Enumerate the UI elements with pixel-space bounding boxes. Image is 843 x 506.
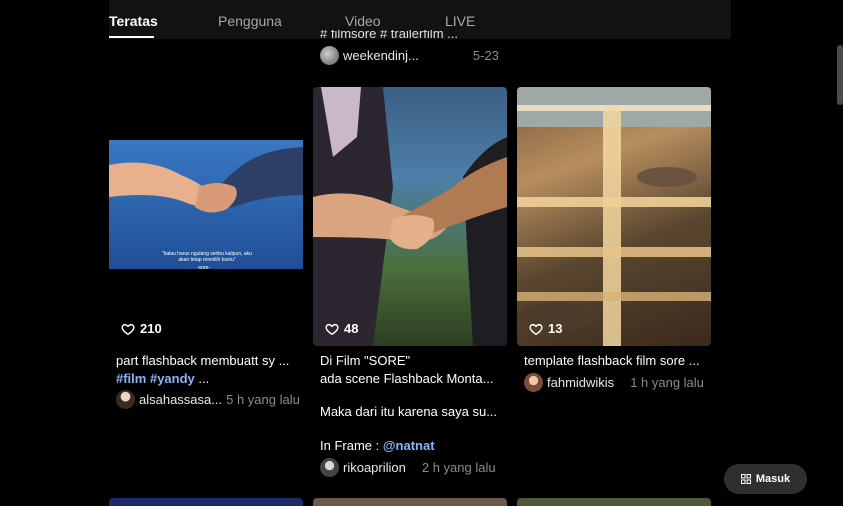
heart-icon xyxy=(121,323,135,335)
post-time: 1 h yang lalu xyxy=(630,375,704,390)
post-time: 5 h yang lalu xyxy=(226,392,300,407)
more-ellipsis: ... xyxy=(198,371,210,386)
avatar xyxy=(320,458,339,477)
scrollbar-thumb[interactable] xyxy=(837,45,843,105)
grid-icon xyxy=(740,474,751,484)
above-card-author[interactable]: weekendinj... 5-23 xyxy=(320,46,499,65)
video-caption-2-inframe[interactable]: In Frame : @natnat xyxy=(320,437,435,455)
overlay-subtitle: -sore- xyxy=(197,265,211,271)
mention-natnat[interactable]: @natnat xyxy=(383,438,435,453)
like-count: 48 xyxy=(325,321,358,336)
video-thumbnail-2[interactable]: 48 xyxy=(313,87,507,346)
author-name: rikoaprilion xyxy=(343,460,406,475)
video-thumbnail-peek-2[interactable] xyxy=(313,498,507,506)
handshake-image xyxy=(109,140,303,269)
login-label: Masuk xyxy=(755,473,791,485)
video-caption-2-line-1[interactable]: Di Film "SORE" xyxy=(320,352,410,370)
tab-pengguna[interactable]: Pengguna xyxy=(218,13,282,29)
heart-icon xyxy=(325,323,339,335)
avatar xyxy=(116,390,135,409)
overlay-quote: "kalau harus ngulang seribu kalipun, aku… xyxy=(162,251,252,263)
tab-live[interactable]: LIVE xyxy=(445,13,475,29)
video-thumbnail-peek-1[interactable] xyxy=(109,498,303,506)
video-thumbnail-peek-3[interactable] xyxy=(517,498,711,506)
like-count: 210 xyxy=(121,321,162,336)
video-author-1[interactable]: alsahassasa... 5 h yang lalu xyxy=(116,390,300,409)
hashtag-film[interactable]: #film xyxy=(116,371,146,386)
video-caption-3[interactable]: template flashback film sore ... xyxy=(524,352,700,370)
heart-icon xyxy=(529,323,543,335)
hashtag-yandy[interactable]: #yandy xyxy=(150,371,195,386)
avatar xyxy=(524,373,543,392)
post-time: 2 h yang lalu xyxy=(421,460,496,475)
video-caption-2-line-4[interactable]: Maka dari itu karena saya su... xyxy=(320,403,497,421)
video-thumbnail-1[interactable]: "kalau harus ngulang seribu kalipun, aku… xyxy=(109,87,303,346)
video-caption-1[interactable]: part flashback membuatt sy ... xyxy=(116,352,289,370)
video-author-2[interactable]: rikoaprilion 2 h yang lalu xyxy=(320,458,496,477)
avatar xyxy=(320,46,339,65)
tab-teratas[interactable]: Teratas xyxy=(109,13,158,29)
above-card-caption[interactable]: # filmsore # trailerfilm ... xyxy=(320,30,458,38)
in-frame-label: In Frame : xyxy=(320,438,380,453)
like-count: 13 xyxy=(529,321,562,336)
login-button[interactable]: Masuk xyxy=(724,464,807,494)
author-name: weekendinj... xyxy=(343,48,419,63)
tab-video[interactable]: Video xyxy=(345,13,381,29)
fence-photo xyxy=(517,87,711,346)
author-name: fahmidwikis xyxy=(547,375,615,390)
active-tab-indicator xyxy=(109,36,154,38)
handshake-photo xyxy=(313,87,507,346)
author-name: alsahassasa... xyxy=(139,392,223,407)
video-caption-2-line-2[interactable]: ada scene Flashback Monta... xyxy=(320,370,493,388)
video-hashtags-1[interactable]: #film #yandy ... xyxy=(116,370,209,388)
post-time: 5-23 xyxy=(472,48,499,63)
video-thumbnail-3[interactable]: 13 xyxy=(517,87,711,346)
video-author-3[interactable]: fahmidwikis 1 h yang lalu xyxy=(524,373,704,392)
